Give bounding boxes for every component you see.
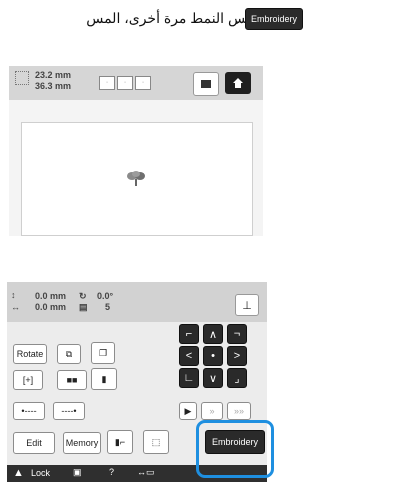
array-icon: ■■ [66, 375, 78, 385]
position-y: 0.0 mm [35, 291, 67, 301]
thread-icon: ▮ [101, 373, 107, 384]
up-right-arrow-icon: ¬ [233, 328, 241, 340]
move-up-right-button[interactable]: ¬ [227, 324, 247, 344]
layout-box-icon: · [99, 76, 115, 90]
left-arrow-icon: < [185, 350, 193, 362]
pattern-width: 23.2 mm [35, 70, 72, 80]
copy-icon: ❐ [98, 347, 108, 358]
move-down-right-button[interactable]: ⌟ [227, 368, 247, 388]
down-left-arrow-icon: ∟ [183, 372, 195, 384]
fast-forward-button[interactable]: » [201, 402, 223, 420]
trial-frame-icon: ⬚ [151, 436, 161, 447]
needle-icon: ⊥ [242, 299, 252, 312]
pattern-screen-header: 23.2 mm 36.3 mm · · · [9, 66, 263, 100]
needle-settings-icon: ▮⌐ [114, 436, 126, 447]
copy-button[interactable]: ❐ [91, 342, 115, 364]
embroidery-button-highlight [196, 420, 274, 478]
move-up-button[interactable]: ∧ [203, 324, 223, 344]
stitch-forward-button[interactable]: ----• [53, 402, 85, 420]
pattern-view-button[interactable] [193, 72, 219, 96]
up-left-arrow-icon: ⌐ [185, 328, 193, 340]
move-left-button[interactable]: < [179, 346, 199, 366]
vertical-arrow-icon: ↕ [11, 290, 16, 300]
faster-forward-icon: »» [233, 406, 244, 416]
edit-screen-header: ↕ ↔ 0.0 mm 0.0 mm ↻ ▤ 0.0° 5 ⊥ [7, 282, 267, 322]
stitch-back-icon: •---- [21, 406, 37, 416]
repeat-count: 5 [105, 302, 111, 312]
right-arrow-icon: > [233, 350, 241, 362]
horizontal-arrow-icon: ↔ [11, 302, 20, 312]
count-icon: ▤ [79, 302, 88, 312]
size-icon [15, 71, 29, 85]
faster-forward-button[interactable]: »» [227, 402, 251, 420]
move-center-button[interactable]: • [203, 346, 223, 366]
lock-label[interactable]: Lock [31, 468, 50, 478]
stitch-back-button[interactable]: •---- [13, 402, 45, 420]
play-icon: ▶ [184, 405, 192, 416]
memory-button[interactable]: Memory [63, 432, 101, 454]
move-up-left-button[interactable]: ⌐ [179, 324, 199, 344]
pattern-preview [21, 122, 253, 236]
play-button[interactable]: ▶ [179, 402, 197, 420]
down-arrow-icon: ∨ [208, 372, 218, 385]
pattern-screen: 23.2 mm 36.3 mm · · · [9, 66, 263, 236]
frame-center-icon: [+] [22, 375, 34, 385]
needle-position-button[interactable]: ⊥ [235, 294, 259, 316]
instruction-period: . [235, 11, 239, 27]
center-dot-icon: • [211, 350, 215, 362]
move-down-left-button[interactable]: ∟ [179, 368, 199, 388]
up-arrow-icon: ∧ [208, 328, 218, 341]
embroidery-button-inline: Embroidery [245, 8, 303, 30]
edit-button[interactable]: Edit [13, 432, 55, 454]
layout-box-icon: · [117, 76, 133, 90]
move-right-button[interactable]: > [227, 346, 247, 366]
layout-indicator: · · · [99, 76, 159, 90]
mirror-button[interactable]: ⧉ [57, 344, 81, 364]
rotate-button[interactable]: Rotate [13, 344, 47, 364]
angle-value: 0.0° [97, 291, 114, 301]
position-x: 0.0 mm [35, 302, 67, 312]
home-button[interactable] [225, 72, 251, 94]
needle-settings-button[interactable]: ▮⌐ [107, 430, 133, 454]
document-icon[interactable]: ▣ [73, 467, 82, 478]
fast-forward-icon: » [209, 406, 215, 416]
trial-button[interactable]: ⬚ [143, 430, 169, 454]
thread-button[interactable]: ▮ [91, 368, 117, 390]
rotate-icon: ↻ [79, 291, 87, 301]
frame-icon [201, 80, 211, 88]
presser-foot-icon: ↔▭ [137, 467, 155, 477]
move-down-button[interactable]: ∨ [203, 368, 223, 388]
help-icon[interactable]: ? [109, 467, 114, 477]
array-button[interactable]: ■■ [57, 370, 87, 390]
home-icon [233, 78, 243, 88]
instruction-line: لتطريز نفس النمط مرة أخرى، المس Embroide… [0, 0, 419, 40]
flower-pattern-icon [127, 171, 145, 186]
pattern-height: 36.3 mm [35, 81, 72, 91]
warning-icon: ▲ [13, 467, 24, 479]
down-right-arrow-icon: ⌟ [234, 372, 240, 385]
mirror-icon: ⧉ [65, 348, 73, 359]
layout-box-icon: · [135, 76, 151, 90]
stitch-forward-icon: ----• [61, 406, 77, 416]
frame-center-button[interactable]: [+] [13, 370, 43, 390]
